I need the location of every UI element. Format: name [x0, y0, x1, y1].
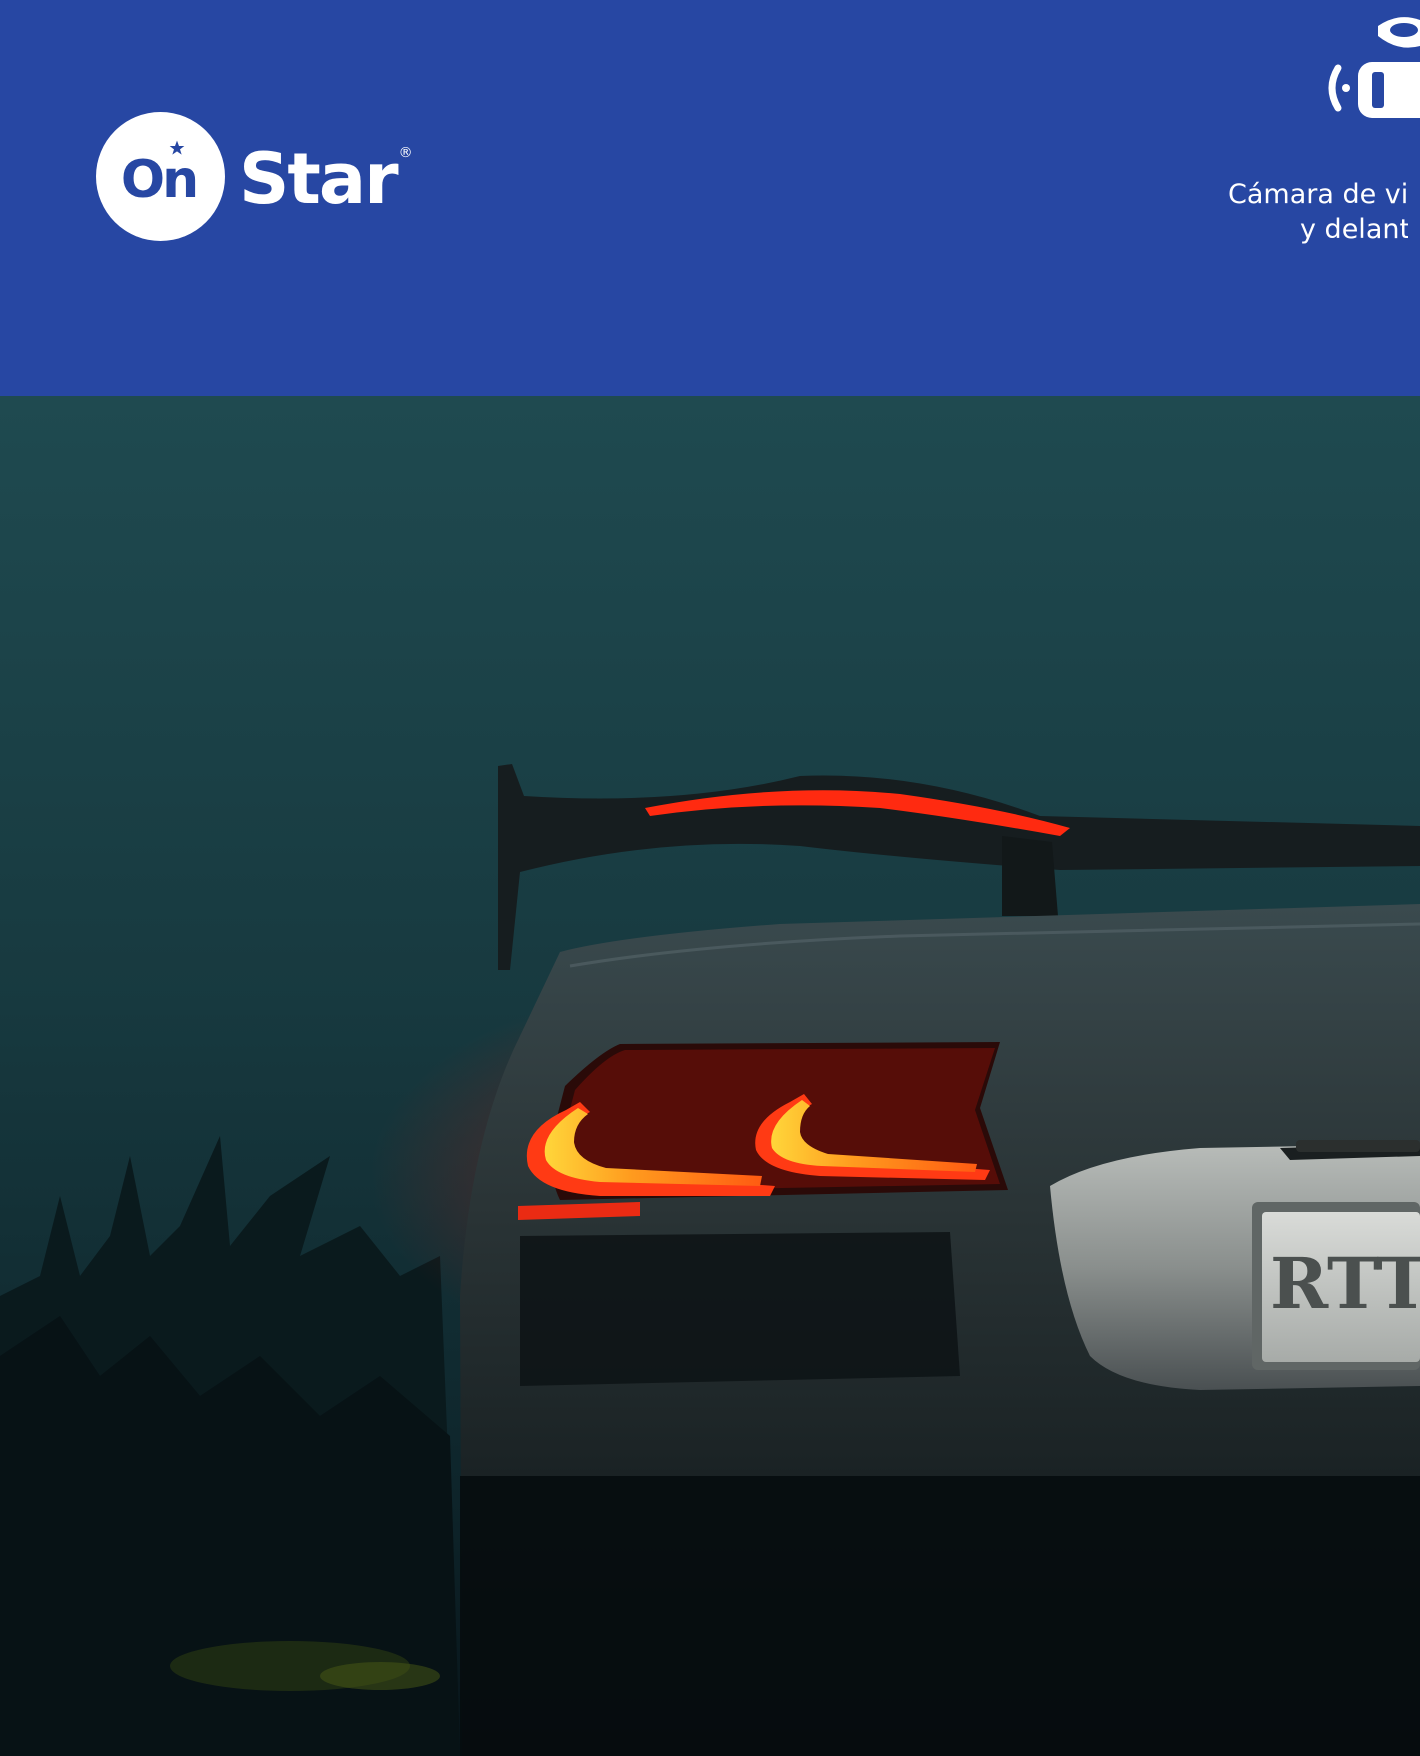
page: On Star ® Cámara de vi y delant RTT [0, 0, 1420, 1756]
camera-signal-icon [1320, 10, 1420, 125]
feature-caption: Cámara de vi y delant [1228, 177, 1408, 247]
feature-caption-line-2: y delant [1300, 214, 1408, 245]
hero-car-photo: RTT [0, 396, 1420, 1756]
feature-badge: Cámara de vi y delant [1228, 0, 1420, 260]
header-banner: On Star ® Cámara de vi y delant [0, 0, 1420, 396]
logo-circle: On [96, 111, 225, 241]
logo-star-text: Star [239, 138, 399, 220]
plate-text: RTT [1270, 1242, 1420, 1325]
registered-mark: ® [398, 145, 413, 161]
star-icon [169, 140, 185, 156]
logo-on-text: On [120, 150, 199, 210]
onstar-logo[interactable]: On Star ® [96, 111, 413, 241]
feature-caption-line-1: Cámara de vi [1228, 179, 1408, 210]
